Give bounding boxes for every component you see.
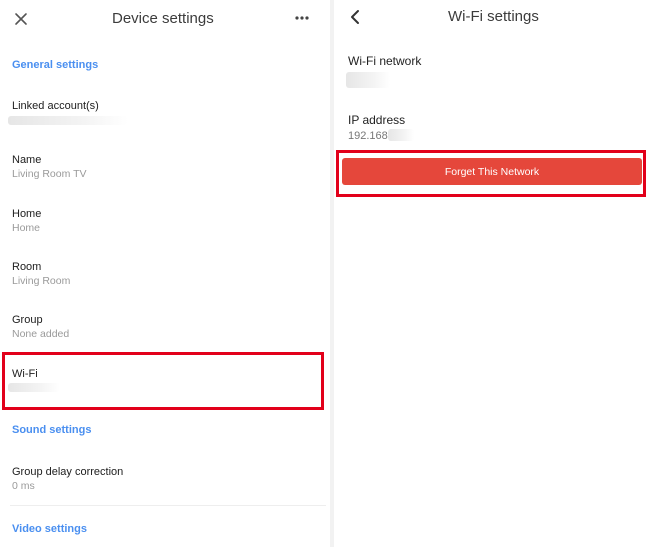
page-title: Device settings [112,10,214,27]
redacted-network-name [346,72,390,88]
wifi-highlight-box [2,352,324,410]
room-label: Room [12,261,42,273]
panel-divider [330,0,334,547]
home-label: Home [12,208,42,220]
wifi-network-label: Wi-Fi network [348,54,422,68]
device-settings-panel: Device settings General settings Linked … [0,0,328,547]
home-value: Home [12,222,41,234]
video-settings-header: Video settings [12,523,87,535]
ip-address-label: IP address [348,113,406,127]
group-delay-value: 0 ms [12,480,35,492]
ip-address-value: 192.168. [348,130,391,142]
chevron-left-icon[interactable] [350,9,360,25]
linked-accounts-label: Linked account(s) [12,100,99,112]
group-value: None added [12,328,70,340]
divider-line [10,505,326,506]
name-label: Name [12,154,42,166]
group-label: Group [12,314,43,326]
redacted-account-value [8,116,128,125]
redacted-ip-suffix [388,129,414,141]
general-settings-header: General settings [12,59,99,71]
sound-settings-header: Sound settings [12,424,92,436]
wifi-settings-panel: Wi-Fi settings Wi-Fi network IP address … [336,0,656,547]
page-title: Wi-Fi settings [448,8,539,25]
close-icon[interactable] [14,12,28,26]
name-value: Living Room TV [12,168,87,180]
forget-button-highlight-box [336,150,646,197]
more-horizontal-icon[interactable] [294,15,310,21]
room-value: Living Room [12,275,71,287]
group-delay-label: Group delay correction [12,466,124,478]
